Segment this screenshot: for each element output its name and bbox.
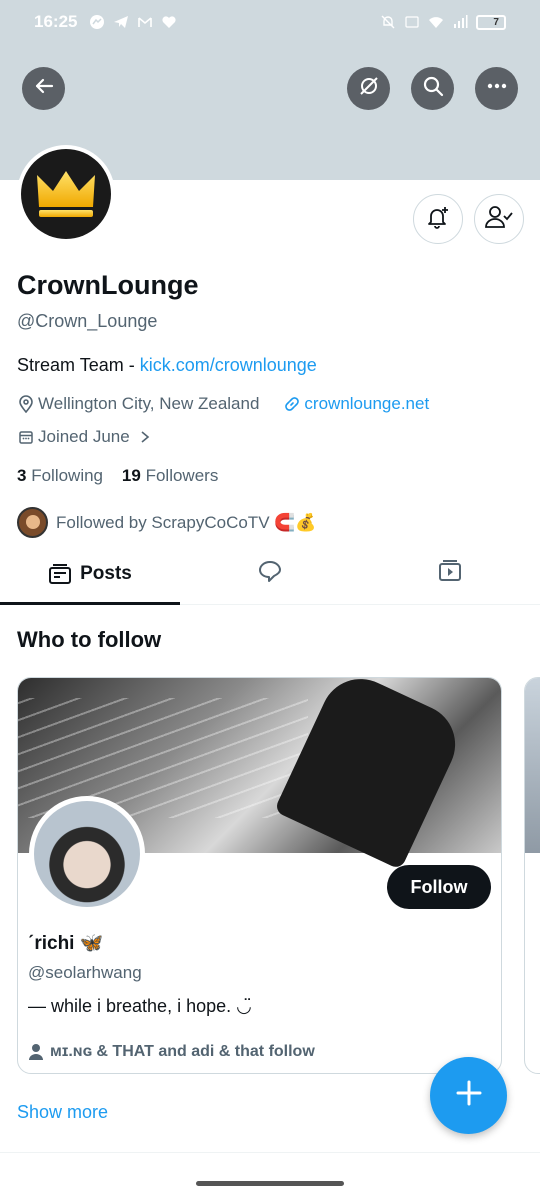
more-dots-icon	[486, 75, 508, 102]
posts-icon	[48, 563, 72, 585]
tab-media[interactable]	[360, 543, 540, 604]
compose-post-button[interactable]	[430, 1057, 507, 1134]
telegram-icon	[113, 14, 129, 30]
suggested-user-handle: @seolarhwang	[28, 963, 142, 982]
disable-sync-button[interactable]	[347, 67, 390, 110]
following-count: 3	[17, 466, 27, 485]
home-indicator[interactable]	[196, 1181, 344, 1186]
tab-posts-label: Posts	[80, 562, 132, 584]
person-icon	[28, 1043, 44, 1061]
plus-icon	[455, 1079, 483, 1112]
suggested-user-card[interactable]: Follow ˊrichi 🦋 @seolarhwang — while i b…	[17, 677, 502, 1074]
followers-count: 19	[121, 466, 141, 485]
battery-level: 7	[493, 16, 499, 28]
suggested-user-avatar[interactable]	[29, 796, 145, 912]
follow-button[interactable]: Follow	[387, 865, 491, 909]
replies-icon	[257, 559, 283, 589]
profile-handle: @Crown_Lounge	[17, 311, 158, 331]
volte-icon	[404, 14, 420, 30]
followed-by-text: Followed by ScrapyCoCoTV 🧲💰	[56, 512, 317, 532]
divider	[0, 1152, 540, 1153]
followers-link[interactable]: 19 Followers	[122, 466, 218, 485]
location-text: Wellington City, New Zealand	[38, 394, 260, 413]
followers-label: Followers	[145, 466, 219, 485]
more-options-button[interactable]	[475, 67, 518, 110]
following-status-button[interactable]	[474, 194, 524, 244]
status-time: 16:25	[34, 12, 78, 31]
profile-tabs: Posts	[0, 543, 540, 605]
suggested-user-social-context: ᴍɪ.ɴɢ & THAT and adi & that follow	[28, 1043, 315, 1061]
user-check-icon	[485, 204, 513, 235]
calendar-icon	[17, 428, 35, 446]
following-label: Following	[31, 466, 104, 485]
profile-bio: Stream Team - kick.com/crownlounge	[17, 355, 317, 376]
followed-by-row[interactable]: Followed by ScrapyCoCoTV 🧲💰	[17, 507, 317, 538]
status-system-icons: 7	[380, 14, 506, 30]
suggested-user-name: ˊrichi 🦋	[28, 933, 104, 954]
link-icon	[283, 395, 301, 413]
follower-avatar	[17, 507, 48, 538]
signal-icon	[452, 14, 468, 30]
social-context-text: ᴍɪ.ɴɢ & THAT and adi & that follow	[50, 1043, 315, 1060]
location-pin-icon	[17, 395, 35, 413]
bio-text: Stream Team -	[17, 355, 140, 375]
profile-avatar[interactable]	[17, 145, 115, 243]
status-notification-icons	[89, 14, 177, 30]
profile-display-name: CrownLounge	[17, 270, 199, 300]
follow-counts: 3 Following 19 Followers	[17, 466, 218, 486]
sync-off-icon	[358, 75, 380, 102]
joined-text: Joined June	[38, 427, 130, 446]
who-to-follow-title: Who to follow	[17, 627, 162, 652]
crown-logo	[21, 149, 111, 239]
media-icon	[437, 559, 463, 589]
bell-add-icon	[425, 204, 451, 235]
back-arrow-icon	[33, 75, 55, 102]
bio-link[interactable]: kick.com/crownlounge	[140, 355, 317, 375]
website-link[interactable]: crownlounge.net	[283, 394, 429, 414]
mute-icon	[380, 14, 396, 30]
status-bar: 16:25 7	[0, 0, 540, 44]
gmail-icon	[137, 14, 153, 30]
website-text: crownlounge.net	[304, 394, 430, 413]
battery-icon: 7	[476, 14, 506, 30]
tab-posts[interactable]: Posts	[0, 543, 180, 605]
following-link[interactable]: 3 Following	[17, 466, 103, 485]
joined-row[interactable]: Joined June	[17, 427, 157, 447]
location-row: Wellington City, New Zealand crownlounge…	[17, 394, 429, 414]
next-suggested-card[interactable]	[524, 677, 540, 1074]
tab-replies[interactable]	[180, 543, 360, 604]
suggested-user-bio: — while i breathe, i hope. ◡̈	[28, 996, 252, 1016]
back-button[interactable]	[22, 67, 65, 110]
messenger-icon	[89, 14, 105, 30]
heart-icon	[161, 14, 177, 30]
show-more-link[interactable]: Show more	[17, 1102, 108, 1123]
wifi-icon	[428, 14, 444, 30]
chevron-right-icon	[136, 428, 154, 446]
search-icon	[422, 75, 444, 102]
notifications-button[interactable]	[413, 194, 463, 244]
search-button[interactable]	[411, 67, 454, 110]
